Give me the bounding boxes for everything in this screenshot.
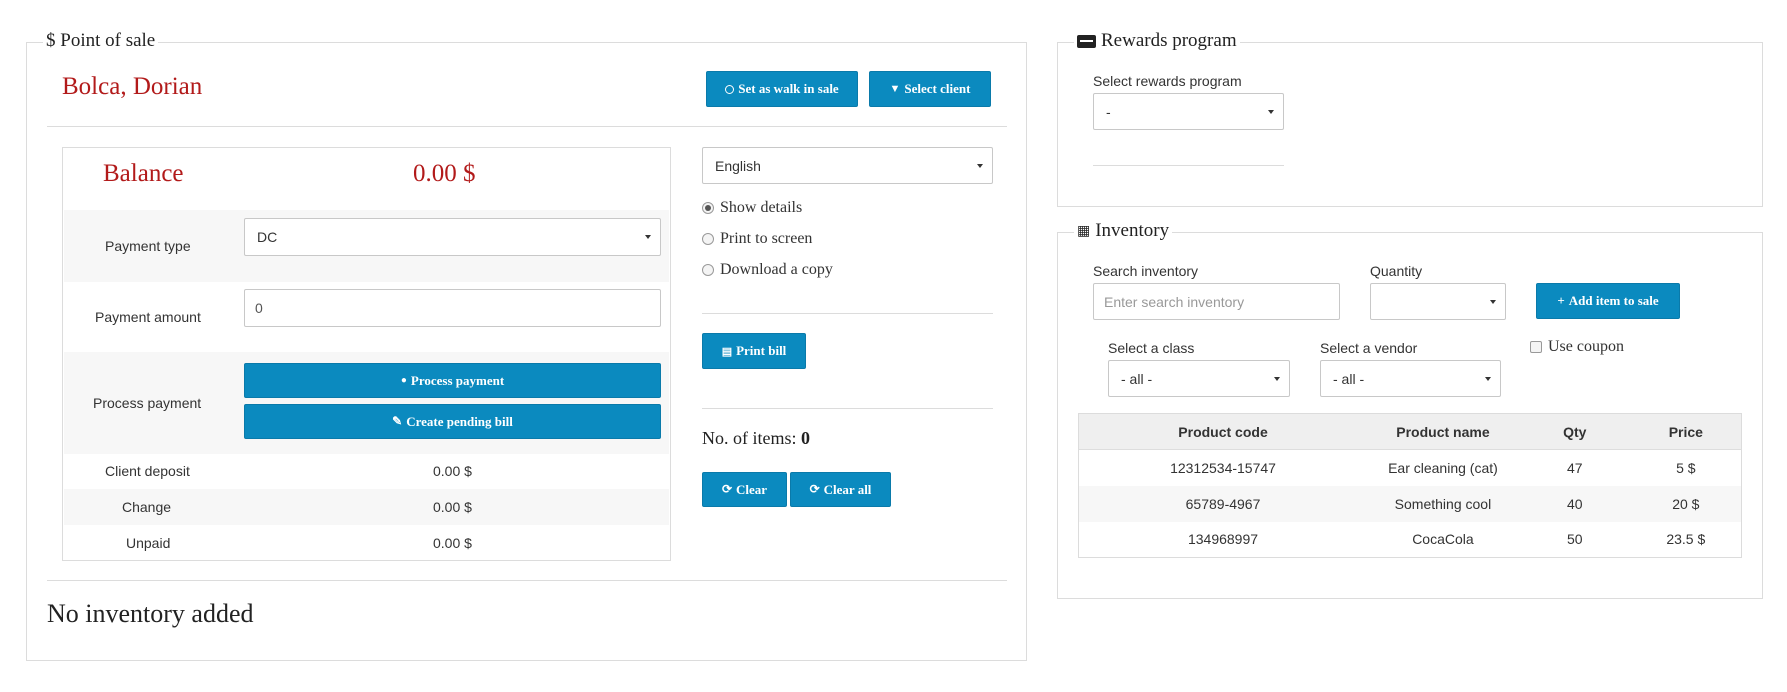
chevron-down-icon xyxy=(1268,109,1274,114)
point-of-sale-legend: $ Point of sale xyxy=(43,30,159,52)
qty-cell: 47 xyxy=(1566,459,1583,476)
vendor-select[interactable]: - all - xyxy=(1320,360,1501,397)
payment-amount-input[interactable]: 0 xyxy=(244,289,661,327)
no-inventory-message: No inventory added xyxy=(47,599,254,628)
option-download-copy[interactable]: Download a copy xyxy=(702,261,833,279)
clear-button[interactable]: ⟳ Clear xyxy=(702,472,787,507)
product-code-cell: 65789-4967 xyxy=(1078,485,1368,522)
print-divider xyxy=(702,408,993,409)
option-show-details[interactable]: Show details xyxy=(702,199,802,217)
class-label: Select a class xyxy=(1108,340,1195,356)
radio-button[interactable] xyxy=(702,264,714,276)
table-row[interactable]: 12312534-15747 Ear cleaning (cat) 47 5 $ xyxy=(1079,450,1742,486)
price-cell: 20 $ xyxy=(1630,485,1742,522)
unpaid-value: 0.00 $ xyxy=(433,535,472,551)
rewards-panel: Rewards program Select rewards program - xyxy=(1057,30,1763,207)
chevron-down-icon xyxy=(977,163,983,168)
clear-all-button[interactable]: ⟳ Clear all xyxy=(790,472,891,507)
rewards-select[interactable]: - xyxy=(1093,93,1284,130)
add-item-button[interactable]: + Add item to sale xyxy=(1536,283,1680,319)
payment-amount-label: Payment amount xyxy=(95,309,201,325)
chevron-down-icon xyxy=(1274,376,1280,381)
table-row[interactable]: 134968997 CocaCola 50 23.5 $ xyxy=(1079,522,1742,558)
column-header: Product code xyxy=(1078,413,1368,450)
print-bill-button[interactable]: ▤ Print bill xyxy=(702,333,806,369)
balance-label: Balance xyxy=(103,160,184,187)
column-header: Price xyxy=(1630,413,1742,450)
rewards-legend: Rewards program xyxy=(1074,30,1240,52)
card-icon xyxy=(1077,34,1096,48)
search-inventory-label: Search inventory xyxy=(1093,263,1199,279)
vendor-label: Select a vendor xyxy=(1320,340,1418,356)
refresh-icon: ⟳ xyxy=(721,482,732,496)
table-icon: ▦ xyxy=(1077,223,1091,239)
circle-icon xyxy=(725,84,735,94)
plus-icon: + xyxy=(1557,293,1565,308)
inventory-legend: ▦ Inventory xyxy=(1074,220,1173,242)
rewards-select-label: Select rewards program xyxy=(1093,73,1242,89)
qty-cell: 50 xyxy=(1566,531,1583,548)
point-of-sale-panel: $ Point of sale Bolca, Dorian Set as wal… xyxy=(26,30,1027,661)
tag-icon: ● xyxy=(400,375,407,386)
qty-cell: 40 xyxy=(1518,485,1631,522)
class-select[interactable]: - all - xyxy=(1108,360,1290,397)
footer-divider xyxy=(47,580,1007,581)
process-payment-button[interactable]: ● Process payment xyxy=(244,363,661,398)
pencil-icon: ✎ xyxy=(392,414,403,428)
set-walk-in-button[interactable]: Set as walk in sale xyxy=(706,71,858,107)
payment-box: Balance 0.00 $ Payment type DC Payment a… xyxy=(62,147,671,561)
chevron-down-icon xyxy=(1485,376,1491,381)
process-payment-label: Process payment xyxy=(93,395,202,411)
product-code-cell: 134968997 xyxy=(1187,531,1259,548)
items-count-line: No. of items: 0 xyxy=(702,428,810,448)
change-label: Change xyxy=(122,499,172,515)
product-code-cell: 12312534-15747 xyxy=(1170,459,1276,476)
use-coupon-checkbox[interactable]: Use coupon xyxy=(1530,338,1624,356)
items-count: 0 xyxy=(801,428,810,448)
product-name-cell: Something cool xyxy=(1367,485,1519,522)
language-select[interactable]: English xyxy=(702,147,993,184)
table-header-row: Product code Product name Qty Price xyxy=(1078,413,1742,450)
column-header: Qty xyxy=(1518,413,1631,450)
inventory-panel: ▦ Inventory Search inventory Enter searc… xyxy=(1057,220,1763,599)
client-deposit-label: Client deposit xyxy=(105,463,190,479)
balance-value: 0.00 $ xyxy=(413,160,476,187)
table-row[interactable]: 65789-4967 Something cool 40 20 $ xyxy=(1078,485,1742,522)
change-value: 0.00 $ xyxy=(433,499,472,515)
price-cell: 5 $ xyxy=(1676,459,1696,476)
client-deposit-value: 0.00 $ xyxy=(433,463,472,479)
filter-icon: ▼ xyxy=(889,83,901,95)
options-divider xyxy=(702,313,993,314)
price-cell: 23.5 $ xyxy=(1666,531,1706,548)
product-name-cell: Ear cleaning (cat) xyxy=(1388,459,1498,476)
print-icon: ▤ xyxy=(721,345,733,358)
rewards-divider xyxy=(1093,165,1284,166)
search-inventory-input[interactable]: Enter search inventory xyxy=(1093,283,1340,320)
chevron-down-icon xyxy=(645,235,651,239)
radio-button[interactable] xyxy=(702,233,714,245)
payment-type-select[interactable]: DC xyxy=(244,218,661,256)
select-client-button[interactable]: ▼ Select client xyxy=(869,71,991,107)
refresh-icon: ⟳ xyxy=(809,482,820,496)
inventory-table: Product code Product name Qty Price 1231… xyxy=(1078,413,1742,558)
header-divider xyxy=(47,126,1007,127)
create-pending-bill-button[interactable]: ✎ Create pending bill xyxy=(244,404,661,439)
quantity-label: Quantity xyxy=(1370,263,1423,279)
payment-type-label: Payment type xyxy=(105,238,191,254)
radio-button[interactable] xyxy=(702,202,714,214)
quantity-select[interactable] xyxy=(1370,283,1506,320)
chevron-down-icon xyxy=(1490,299,1496,304)
checkbox[interactable] xyxy=(1530,341,1542,353)
option-print-to-screen[interactable]: Print to screen xyxy=(702,230,812,248)
column-header: Product name xyxy=(1367,413,1519,450)
product-name-cell: CocaCola xyxy=(1412,531,1474,548)
unpaid-label: Unpaid xyxy=(126,535,171,551)
client-name: Bolca, Dorian xyxy=(62,73,203,100)
